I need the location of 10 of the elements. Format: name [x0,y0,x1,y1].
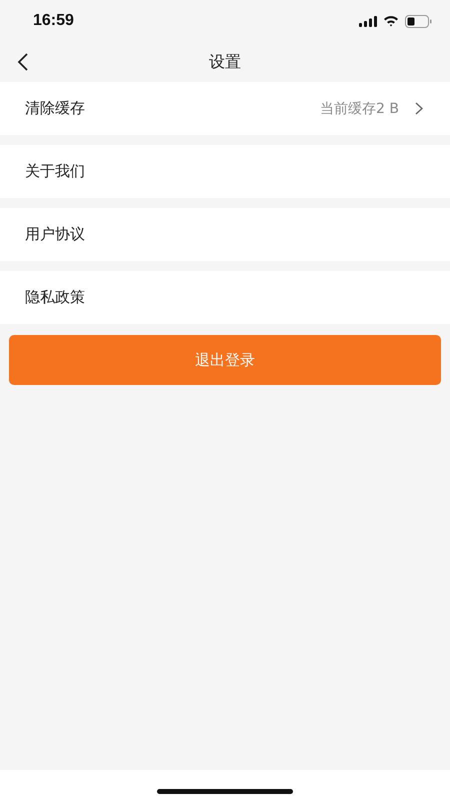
settings-row[interactable]: 用户协议 [0,208,450,261]
settings-row[interactable]: 关于我们 [0,145,450,198]
settings-row[interactable]: 隐私政策 [0,271,450,324]
signal-icon [359,16,377,26]
page-title: 设置 [209,52,241,72]
wifi-icon [383,15,399,27]
battery-icon [405,14,432,28]
settings-row[interactable]: 清除缓存 当前缓存2 B [0,82,450,135]
back-icon[interactable] [17,53,29,71]
status-time: 16:59 [33,12,74,30]
